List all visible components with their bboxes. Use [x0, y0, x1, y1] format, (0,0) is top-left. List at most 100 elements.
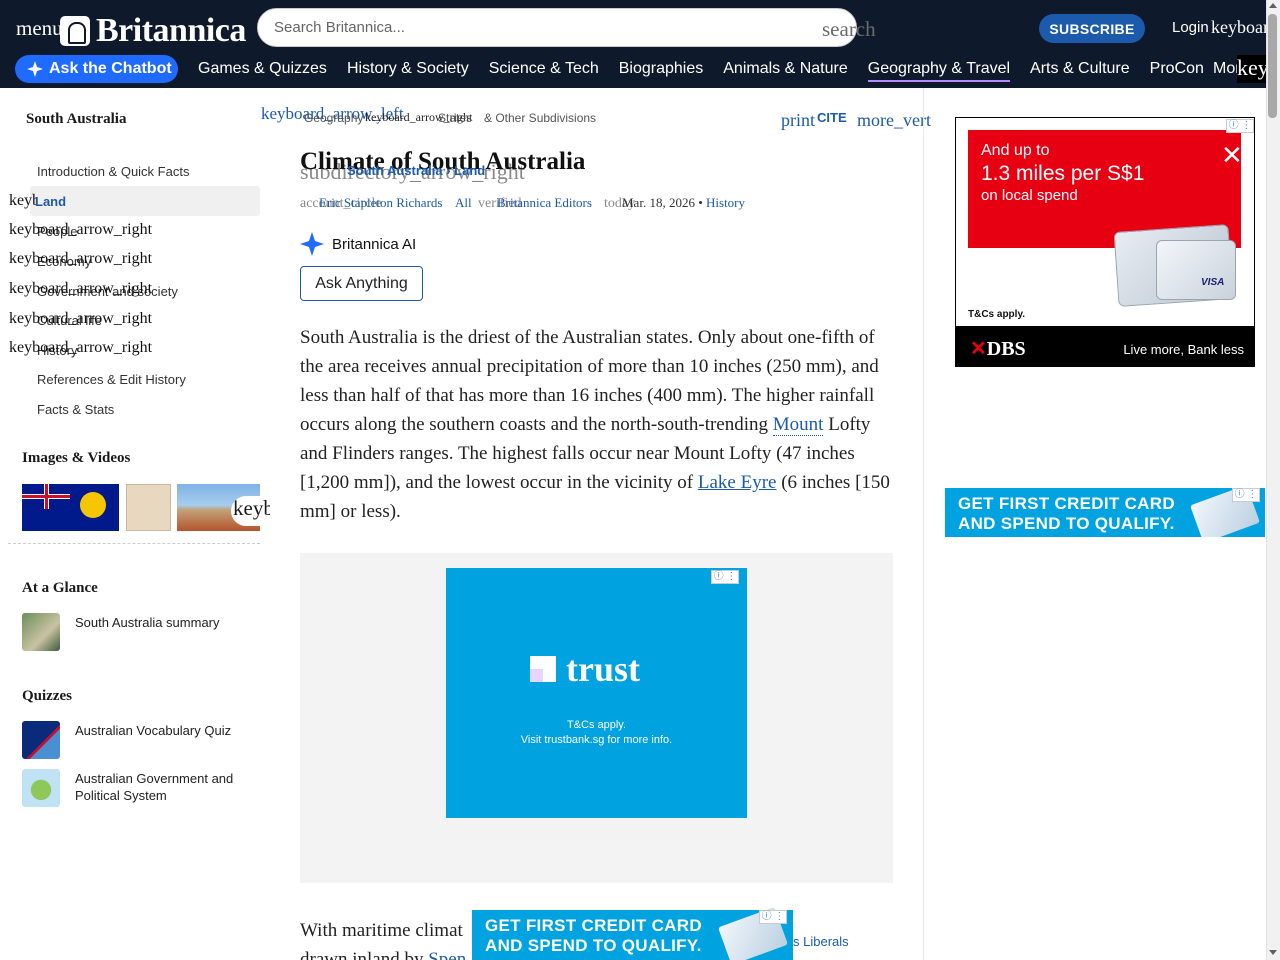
summary-thumbnail[interactable] [22, 613, 60, 651]
images-next-icon[interactable]: keyboard_arrow_right [231, 496, 270, 526]
dbs-card-image-2: VISA [1156, 240, 1236, 300]
toc-references[interactable]: References & Edit History [37, 372, 186, 387]
dbs-tc: T&Cs apply. [968, 309, 1026, 320]
nav-more[interactable]: More [1213, 60, 1237, 78]
search-input[interactable] [274, 9, 774, 46]
trust-ad[interactable]: trust T&Cs apply. Visit trustbank.sg for… [446, 568, 747, 818]
chatbot-label: Ask the Chatbot [49, 60, 172, 77]
print-icon[interactable]: print [781, 110, 815, 131]
scroll-down-icon[interactable] [1269, 950, 1277, 955]
quiz2-link[interactable]: Australian Government and Political Syst… [75, 770, 255, 804]
toc-cultural-expand-icon[interactable]: keyboard_arrow_right [9, 310, 152, 328]
toc-government-expand-icon[interactable]: keyboard_arrow_right [9, 280, 152, 298]
britannica-logo[interactable]: Britannica [60, 12, 246, 50]
trust-logo: trust [530, 648, 640, 690]
related-peek-link[interactable]: s Liberals [793, 934, 849, 949]
parent-link-south-australia[interactable]: South Australia [347, 163, 443, 178]
adchoice-icon[interactable]: ⓘ ⋮ [711, 570, 739, 584]
toc-facts[interactable]: Facts & Stats [37, 402, 114, 417]
dbs-ad[interactable]: And up to 1.3 miles per S$1 on local spe… [955, 117, 1255, 367]
thistle-logo-icon [60, 16, 90, 46]
sidebar-divider [8, 543, 260, 544]
ad-close-icon[interactable]: ✕ [1221, 142, 1243, 168]
p2-line-2-text: drawn inland by [300, 949, 429, 960]
adchoice-icon[interactable]: ⓘ ⋮ [759, 910, 787, 924]
ask-anything-button[interactable]: Ask Anything [300, 266, 423, 301]
parent-link-land[interactable]: Land [454, 163, 485, 178]
dbs-line-3: on local spend [981, 187, 1078, 204]
article-paragraph-2: With maritime climat drawn inland by Spe… [300, 916, 466, 960]
bottom-ad-line2: AND SPEND TO QUALIFY. [485, 936, 702, 955]
dbs-logo: ✕DBS [970, 336, 1026, 361]
toc-land-toggle-icon[interactable]: keyboard_arrow_down [9, 192, 37, 210]
quiz2-thumbnail[interactable] [22, 769, 60, 807]
scrollbar-thumb[interactable] [1268, 14, 1277, 118]
flag-thumbnail[interactable] [22, 484, 119, 531]
quiz1-thumbnail[interactable] [22, 721, 60, 759]
article-paragraph-1: South Australia is the driest of the Aus… [300, 323, 900, 526]
p2-line-2: drawn inland by Spen [300, 945, 466, 960]
toc-economy-expand-icon[interactable]: keyboard_arrow_right [9, 250, 152, 268]
toc-people-expand-icon[interactable]: keyboard_arrow_right [9, 221, 152, 239]
bottom-ad-line1: GET FIRST CREDIT CARD [485, 916, 702, 935]
toc-intro[interactable]: Introduction & Quick Facts [37, 164, 189, 179]
toc-history-expand-icon[interactable]: keyboard_arrow_right [9, 339, 152, 357]
summary-link[interactable]: South Australia summary [75, 614, 255, 631]
lake-eyre-link[interactable]: Lake Eyre [698, 472, 777, 493]
nav-history-society[interactable]: History & Society [347, 60, 469, 82]
adchoice-icon[interactable]: ⓘ ⋮ [1226, 119, 1254, 133]
dbs-line-1: And up to [981, 142, 1050, 159]
quiz1-link[interactable]: Australian Vocabulary Quiz [75, 722, 255, 739]
toc-land[interactable]: Land [35, 194, 66, 209]
more-vert-icon[interactable]: more_vert [857, 110, 931, 131]
map-thumbnail[interactable] [126, 484, 171, 531]
login-link[interactable]: Login [1172, 19, 1209, 36]
side-ad-line1: GET FIRST CREDIT CARD [958, 494, 1175, 513]
logo-text: Britannica [96, 12, 246, 49]
flag-badge [80, 492, 106, 518]
ask-chatbot-button[interactable]: Ask the Chatbot [15, 55, 178, 83]
article-sidebar: South Australia Introduction & Quick Fac… [0, 88, 270, 960]
subscribe-button[interactable]: SUBSCRIBE [1039, 14, 1145, 43]
cite-button[interactable]: CITE [817, 110, 847, 125]
dbs-tagline: Live more, Bank less [1123, 342, 1244, 357]
date-text: Mar. 18, 2026 [622, 195, 695, 210]
scroll-up-icon[interactable] [1269, 3, 1277, 8]
dbs-logo-text: DBS [986, 338, 1026, 360]
nav-science-tech[interactable]: Science & Tech [489, 60, 599, 82]
scrollbar-track[interactable] [1266, 0, 1280, 960]
trust-fine-2: Visit trustbank.sg for more info. [520, 734, 673, 746]
images-videos-heading: Images & Videos [22, 450, 131, 466]
breadcrumb-geography[interactable]: Geography [304, 111, 363, 125]
nav-procon[interactable]: ProCon [1150, 60, 1204, 82]
side-credit-card-ad[interactable]: GET FIRST CREDIT CARD AND SPEND TO QUALI… [945, 488, 1265, 537]
author-link[interactable]: Eric Stapleton Richards [319, 195, 442, 211]
bottom-ad-text: GET FIRST CREDIT CARD AND SPEND TO QUALI… [485, 916, 702, 956]
spencer-link[interactable]: Spen [428, 949, 466, 960]
nav-arts-culture[interactable]: Arts & Culture [1030, 60, 1130, 82]
dbs-logo-mark: ✕ [970, 338, 987, 360]
menu-icon[interactable]: menu [16, 16, 63, 41]
adchoice-icon[interactable]: ⓘ ⋮ [1232, 488, 1260, 502]
flag-cross-v-red [45, 484, 48, 509]
nav-biographies[interactable]: Biographies [619, 60, 704, 82]
bottom-credit-card-ad[interactable]: GET FIRST CREDIT CARD AND SPEND TO QUALI… [472, 906, 793, 960]
nav-geography-travel[interactable]: Geography & Travel [867, 60, 1011, 82]
all-authors-link[interactable]: All [455, 195, 472, 211]
editors-link[interactable]: Britannica Editors [497, 195, 592, 211]
trust-fine-print: T&Cs apply. Visit trustbank.sg for more … [446, 718, 747, 748]
dbs-bottom-bar: ✕DBS Live more, Bank less [956, 326, 1254, 366]
sidebar-title[interactable]: South Australia [26, 111, 126, 128]
breadcrumb-subdivisions[interactable]: & Other Subdivisions [484, 111, 596, 125]
trust-fine-1: T&Cs apply. [566, 719, 627, 731]
sparkle-icon [27, 61, 43, 77]
nav-games-quizzes[interactable]: Games & Quizzes [198, 60, 327, 82]
history-link[interactable]: History [706, 195, 745, 210]
search-icon[interactable]: search [822, 17, 876, 42]
ai-label: Britannica AI [332, 235, 417, 253]
mount-link[interactable]: Mount [772, 414, 824, 436]
nav-animals-nature[interactable]: Animals & Nature [723, 60, 848, 82]
breadcrumb-states[interactable]: States [438, 111, 472, 125]
search-bar[interactable] [257, 8, 857, 47]
parent-breadcrumb: South Australia › Land [347, 163, 486, 178]
